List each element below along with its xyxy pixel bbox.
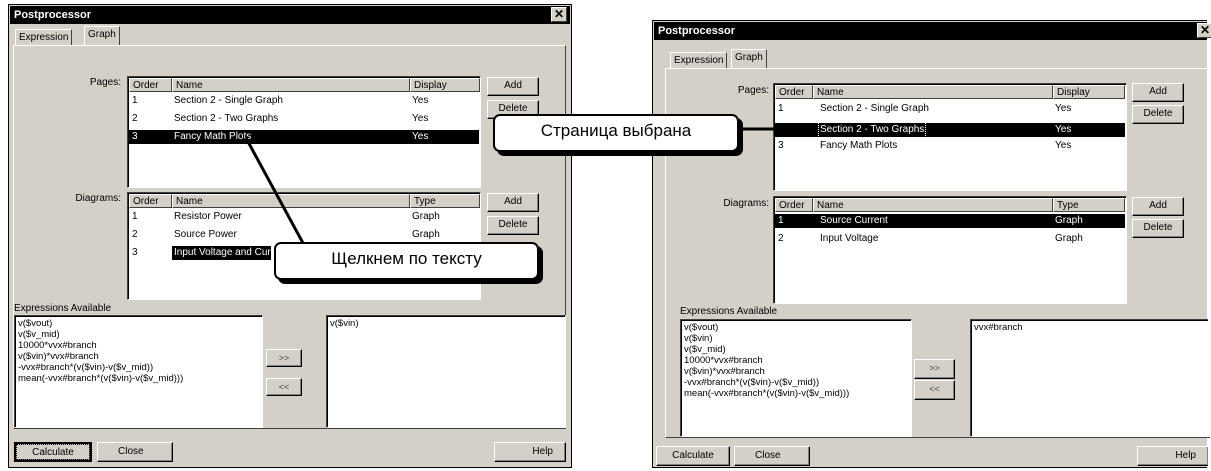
diagrams-label: Diagrams:: [75, 193, 121, 204]
list-item[interactable]: 1 Resistor Power Graph: [129, 210, 479, 224]
click-text-callout: Щелкнем по тексту: [274, 242, 539, 280]
name-cell: Input Voltage: [820, 233, 879, 244]
window-title: Postprocessor: [10, 6, 570, 24]
order-cell: 1: [778, 103, 784, 114]
diagrams-add-button[interactable]: Add: [1132, 197, 1184, 216]
help-button[interactable]: Help: [494, 442, 566, 462]
pages-add-button[interactable]: Add: [1132, 83, 1184, 102]
column-header-display[interactable]: Display: [1053, 85, 1125, 99]
page-selected-callout: Страница выбрана: [493, 114, 739, 152]
column-header-display[interactable]: Display: [410, 78, 480, 92]
tab-expression[interactable]: Expression: [15, 29, 73, 45]
name-cell: Resistor Power: [174, 211, 242, 222]
order-cell: 2: [778, 233, 784, 244]
list-item[interactable]: 1 Section 2 - Single Graph Yes: [129, 94, 479, 108]
order-cell: 3: [132, 247, 138, 258]
selected-expressions-list[interactable]: vvx#branch: [970, 319, 1208, 437]
type-cell: Graph: [412, 211, 440, 222]
column-header-name[interactable]: Name: [172, 78, 410, 92]
display-cell: Yes: [412, 95, 429, 106]
pages-label: Pages:: [737, 85, 769, 96]
pages-label: Pages:: [89, 77, 121, 88]
list-item[interactable]: 1 Section 2 - Single Graph Yes: [775, 102, 1125, 116]
name-cell: Fancy Math Plots: [174, 131, 252, 142]
pages-add-button[interactable]: Add: [487, 77, 539, 96]
order-cell: 2: [132, 113, 138, 124]
expressions-available-list[interactable]: v($vout) v($vin) v($v_mid) 10000*vvx#bra…: [680, 319, 912, 437]
name-cell: Source Current: [820, 215, 888, 226]
tab-graph[interactable]: Graph: [84, 26, 120, 45]
order-cell: 3: [778, 140, 784, 151]
column-header-order[interactable]: Order: [775, 85, 813, 99]
type-cell: Graph: [1055, 233, 1083, 244]
calculate-button[interactable]: Calculate: [14, 442, 92, 462]
diagrams-list[interactable]: Order Name Type 1 Source Current Graph 2…: [773, 196, 1127, 304]
list-item[interactable]: 3 Fancy Math Plots Yes: [775, 139, 1125, 153]
pages-list[interactable]: Order Name Display 1 Section 2 - Single …: [127, 76, 481, 188]
display-cell: Yes: [1055, 124, 1072, 135]
order-cell: 1: [132, 211, 138, 222]
expressions-available-label: Expressions Available: [680, 306, 778, 317]
close-icon[interactable]: ✕: [551, 7, 567, 22]
list-item[interactable]: 2 Source Power Graph: [129, 228, 479, 242]
display-cell: Yes: [1055, 103, 1072, 114]
name-cell: Section 2 - Two Graphs: [817, 122, 927, 138]
column-header-order[interactable]: Order: [129, 78, 172, 92]
display-cell: Yes: [412, 131, 429, 142]
close-button[interactable]: Close: [97, 442, 173, 462]
name-cell: Input Voltage and Cur: [172, 246, 271, 260]
name-cell: Section 2 - Two Graphs: [174, 113, 279, 124]
type-cell: Graph: [1055, 215, 1083, 226]
diagrams-delete-button[interactable]: Delete: [1132, 219, 1184, 238]
list-item[interactable]: 3 Fancy Math Plots Yes: [129, 130, 479, 144]
name-cell: Section 2 - Single Graph: [820, 103, 929, 114]
tab-graph[interactable]: Graph: [731, 49, 767, 68]
remove-expression-button[interactable]: <<: [914, 380, 955, 400]
selected-expressions-list[interactable]: v($vin): [326, 315, 566, 428]
expressions-available-label: Expressions Available: [14, 303, 112, 314]
close-icon[interactable]: ✕: [1197, 23, 1211, 38]
name-cell: Source Power: [174, 229, 237, 240]
column-header-order[interactable]: Order: [775, 198, 813, 212]
name-cell: Fancy Math Plots: [820, 140, 898, 151]
display-cell: Yes: [412, 113, 429, 124]
remove-expression-button[interactable]: <<: [266, 378, 302, 396]
column-header-type[interactable]: Type: [1053, 198, 1125, 212]
list-item[interactable]: 2 Section 2 - Two Graphs Yes: [129, 112, 479, 126]
tab-expression[interactable]: Expression: [670, 52, 728, 68]
postprocessor-window-right: Postprocessor ✕ Expression Graph Pages: …: [652, 20, 1211, 468]
diagrams-label: Diagrams:: [723, 198, 769, 209]
column-header-name[interactable]: Name: [813, 198, 1053, 212]
column-header-type[interactable]: Type: [410, 194, 480, 208]
display-cell: Yes: [1055, 140, 1072, 151]
column-header-name[interactable]: Name: [172, 194, 410, 208]
diagrams-delete-button[interactable]: Delete: [487, 216, 539, 235]
add-expression-button[interactable]: >>: [914, 359, 955, 379]
expressions-available-list[interactable]: v($vout) v($v_mid) 10000*vvx#branch v($v…: [14, 315, 263, 428]
diagrams-add-button[interactable]: Add: [487, 193, 539, 212]
postprocessor-window-left: Postprocessor ✕ Expression Graph Pages: …: [8, 4, 572, 468]
calculate-button[interactable]: Calculate: [656, 446, 730, 466]
order-cell: 1: [132, 95, 138, 106]
order-cell: 3: [132, 131, 138, 142]
window-title: Postprocessor: [654, 22, 1207, 40]
list-item[interactable]: 2 Input Voltage Graph: [775, 232, 1125, 246]
pages-delete-button[interactable]: Delete: [1132, 105, 1184, 124]
column-header-name[interactable]: Name: [813, 85, 1053, 99]
list-item[interactable]: 1 Source Current Graph: [775, 214, 1125, 228]
list-item[interactable]: Section 2 - Two Graphs Yes: [775, 122, 1125, 138]
close-button[interactable]: Close: [734, 446, 810, 466]
name-cell: Section 2 - Single Graph: [174, 95, 283, 106]
order-cell: 2: [132, 229, 138, 240]
order-cell: 1: [778, 215, 784, 226]
pages-list[interactable]: Order Name Display 1 Section 2 - Single …: [773, 83, 1127, 191]
help-button[interactable]: Help: [1137, 446, 1208, 466]
add-expression-button[interactable]: >>: [266, 349, 302, 367]
type-cell: Graph: [412, 229, 440, 240]
column-header-order[interactable]: Order: [129, 194, 172, 208]
